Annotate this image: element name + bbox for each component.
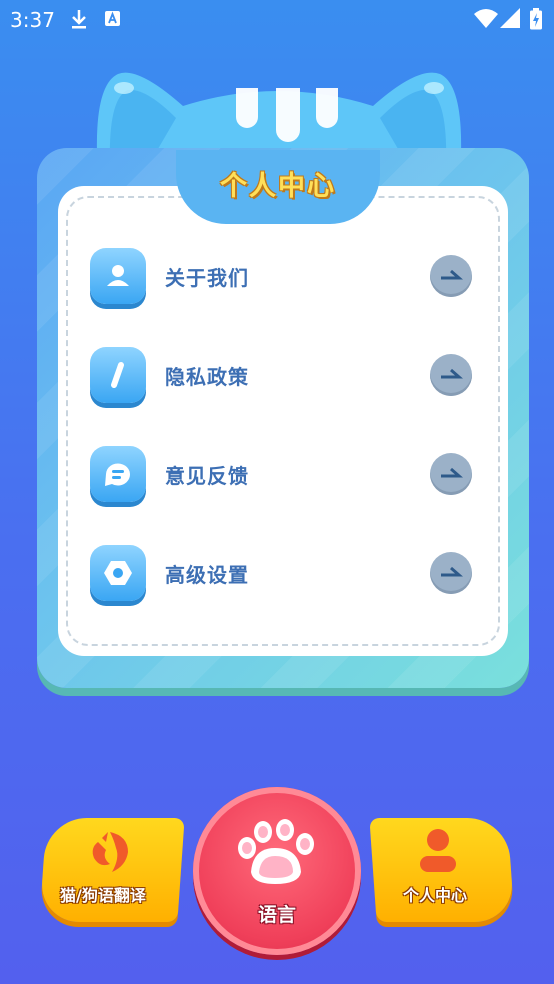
- wifi-icon: [474, 8, 498, 32]
- info-icon: [90, 347, 146, 403]
- signal-icon: [500, 8, 520, 32]
- paw-icon: [235, 818, 319, 894]
- arrow-right-icon[interactable]: [430, 255, 472, 297]
- nav-translate-label: 猫/狗语翻译: [60, 886, 146, 905]
- menu-item-privacy-policy[interactable]: 隐私政策: [90, 347, 476, 407]
- menu-label: 高级设置: [165, 563, 249, 587]
- translate-icon: [88, 828, 138, 878]
- chat-icon: [90, 446, 146, 502]
- menu-item-feedback[interactable]: 意见反馈: [90, 446, 476, 506]
- arrow-right-icon[interactable]: [430, 552, 472, 594]
- menu-label: 隐私政策: [165, 365, 249, 389]
- arrow-right-icon[interactable]: [430, 354, 472, 396]
- download-icon: [70, 8, 88, 34]
- menu-label: 意见反馈: [165, 464, 249, 488]
- menu-item-advanced-settings[interactable]: 高级设置: [90, 545, 476, 605]
- page-title: 个人中心: [220, 171, 336, 202]
- menu-label: 关于我们: [165, 266, 249, 290]
- status-time: 3:37: [10, 8, 55, 32]
- arrow-right-icon[interactable]: [430, 453, 472, 495]
- user-icon: [418, 828, 458, 878]
- nav-language-label: 语言: [257, 904, 296, 926]
- a11y-icon: [104, 8, 122, 32]
- battery-icon: [530, 8, 542, 34]
- menu-item-about-us[interactable]: 关于我们: [90, 248, 476, 308]
- status-bar: 3:37: [0, 0, 554, 38]
- nav-profile-label: 个人中心: [403, 886, 468, 905]
- settings-icon: [90, 545, 146, 601]
- user-icon: [90, 248, 146, 304]
